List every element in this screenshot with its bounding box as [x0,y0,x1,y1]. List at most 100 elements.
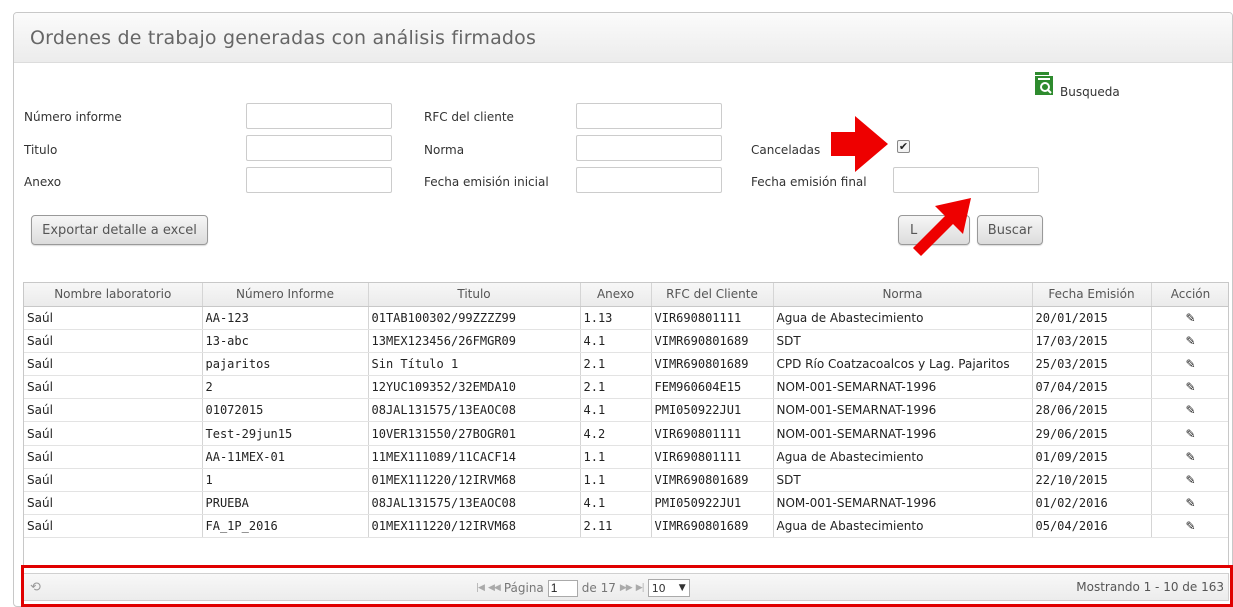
table-row[interactable]: Saúl Test-29jun15 10VER131550/27BOGR01 4.2 V… [24,421,1228,446]
table-row[interactable]: Saúl 01072015 08JAL131575/13EAOC08 4.1 PMI05… [24,398,1228,423]
numero-informe-label: Número informe [24,110,122,124]
column-header[interactable]: Anexo [580,283,652,307]
edit-pencil-icon[interactable]: ✎ [1151,398,1228,423]
column-header[interactable]: Acción [1151,283,1228,307]
table-cell: Saúl [24,375,203,400]
next-page-icon[interactable]: ▶▶ [620,583,633,593]
column-header[interactable]: RFC del Cliente [651,283,774,307]
column-header[interactable]: Nombre laboratorio [24,283,203,307]
table-cell: Saúl [24,468,203,493]
records-summary: Mostrando 1 - 10 de 163 [1076,580,1224,594]
table-row[interactable]: Saúl pajaritos Sin Título 1 2.1 VIMR69080168… [24,352,1228,377]
first-page-icon[interactable]: |◀ [476,583,485,593]
column-header[interactable]: Número Informe [202,283,369,307]
table-cell: AA-123 [202,306,369,330]
table-cell: Test-29jun15 [202,421,369,446]
column-header[interactable]: Titulo [368,283,581,307]
table-cell: 28/06/2015 [1032,398,1152,423]
table-cell: Sin Título 1 [368,352,581,377]
norma-input[interactable] [576,135,722,161]
pager-nav: |◀ ◀◀ Página de 17 ▶▶ ▶| 10 ▼ [476,579,690,597]
table-cell: 2.1 [580,375,652,400]
table-cell: Agua de Abastecimiento [773,445,1033,469]
table-cell: 2 [202,375,369,400]
edit-pencil-icon[interactable]: ✎ [1151,421,1228,446]
table-cell: 08JAL131575/13EAOC08 [368,491,581,516]
edit-pencil-icon[interactable]: ✎ [1151,352,1228,377]
table-cell: PMI050922JU1 [651,491,774,516]
fecha-emision-inicial-input[interactable] [576,167,722,193]
column-header[interactable]: Fecha Emisión [1032,283,1152,307]
table-cell: VIMR690801689 [651,329,774,353]
table-cell: Saúl [24,514,203,539]
table-cell: 01072015 [202,398,369,423]
table-cell: Saúl [24,445,203,469]
table-cell: 22/10/2015 [1032,468,1152,493]
table-cell: AA-11MEX-01 [202,445,369,469]
numero-informe-input[interactable] [246,103,392,129]
fecha-emision-final-label: Fecha emisión final [751,175,867,189]
table-cell: VIMR690801689 [651,514,774,539]
page-size-select[interactable]: 10 ▼ [647,579,690,597]
titulo-input[interactable] [246,135,392,161]
canceladas-checkbox[interactable]: ✔ [897,140,910,153]
table-cell: VIR690801111 [651,306,774,330]
table-row[interactable]: Saúl AA-123 01TAB100302/99ZZZZ99 1.13 VIR690… [24,306,1228,330]
last-page-icon[interactable]: ▶| [636,583,645,593]
table-cell: 25/03/2015 [1032,352,1152,377]
prev-page-icon[interactable]: ◀◀ [488,583,501,593]
anexo-label: Anexo [24,175,62,189]
edit-pencil-icon[interactable]: ✎ [1151,468,1228,493]
norma-label: Norma [424,143,465,157]
table-cell: 2.11 [580,514,652,539]
table-cell: 2.1 [580,352,652,377]
edit-pencil-icon[interactable]: ✎ [1151,491,1228,516]
table-cell: 10VER131550/27BOGR01 [368,421,581,446]
edit-pencil-icon[interactable]: ✎ [1151,306,1228,330]
table-cell: Saúl [24,491,203,516]
table-row[interactable]: Saúl AA-11MEX-01 11MEX111089/11CACF14 1.1 VI… [24,445,1228,469]
checkmark-icon: ✔ [898,140,909,153]
canceladas-label: Canceladas [751,143,821,157]
table-cell: Saúl [24,421,203,446]
results-table: Nombre laboratorio Número Informe Titulo… [24,283,1228,539]
table-row[interactable]: Saúl 13-abc 13MEX123456/26FMGR09 4.1 VIMR690… [24,329,1228,353]
table-cell: PRUEBA [202,491,369,516]
titulo-label: Titulo [24,143,58,157]
anexo-input[interactable] [246,167,392,193]
rfc-cliente-input[interactable] [576,103,722,129]
table-cell: VIR690801111 [651,421,774,446]
edit-pencil-icon[interactable]: ✎ [1151,514,1228,539]
table-cell: 05/04/2016 [1032,514,1152,539]
table-row[interactable]: Saúl 1 01MEX111220/12IRVM68 1.1 VIMR69080168… [24,468,1228,493]
table-cell: PMI050922JU1 [651,398,774,423]
table-cell: 1 [202,468,369,493]
page-number-input[interactable] [547,579,578,597]
fecha-emision-final-input[interactable] [893,167,1039,193]
table-cell: 1.1 [580,468,652,493]
table-cell: 1.13 [580,306,652,330]
table-cell: 01MEX111220/12IRVM68 [368,514,581,539]
edit-pencil-icon[interactable]: ✎ [1151,375,1228,400]
table-row[interactable]: Saúl PRUEBA 08JAL131575/13EAOC08 4.1 PMI0509… [24,491,1228,516]
table-cell: 4.1 [580,398,652,423]
table-row[interactable]: Saúl 2 12YUC109352/32EMDA10 2.1 FEM960604E15… [24,375,1228,400]
page-title: Ordenes de trabajo generadas con análisi… [30,27,537,49]
page-count-label: de 17 [581,581,616,595]
table-cell: 12YUC109352/32EMDA10 [368,375,581,400]
column-header[interactable]: Norma [773,283,1033,307]
edit-pencil-icon[interactable]: ✎ [1151,329,1228,353]
annotation-arrow-icon [831,116,888,172]
table-cell: FA_1P_2016 [202,514,369,539]
table-cell: VIMR690801689 [651,352,774,377]
edit-pencil-icon[interactable]: ✎ [1151,445,1228,469]
table-cell: 4.1 [580,329,652,353]
search-button[interactable]: Buscar [977,215,1043,245]
refresh-icon[interactable]: ⟲ [30,580,41,595]
table-row[interactable]: Saúl FA_1P_2016 01MEX111220/12IRVM68 2.11 VI… [24,514,1228,539]
export-excel-button[interactable]: Exportar detalle a excel [31,215,208,245]
search-link[interactable]: Busqueda [1034,72,1120,99]
table-cell: pajaritos [202,352,369,377]
table-cell: VIMR690801689 [651,468,774,493]
table-cell: 13-abc [202,329,369,353]
